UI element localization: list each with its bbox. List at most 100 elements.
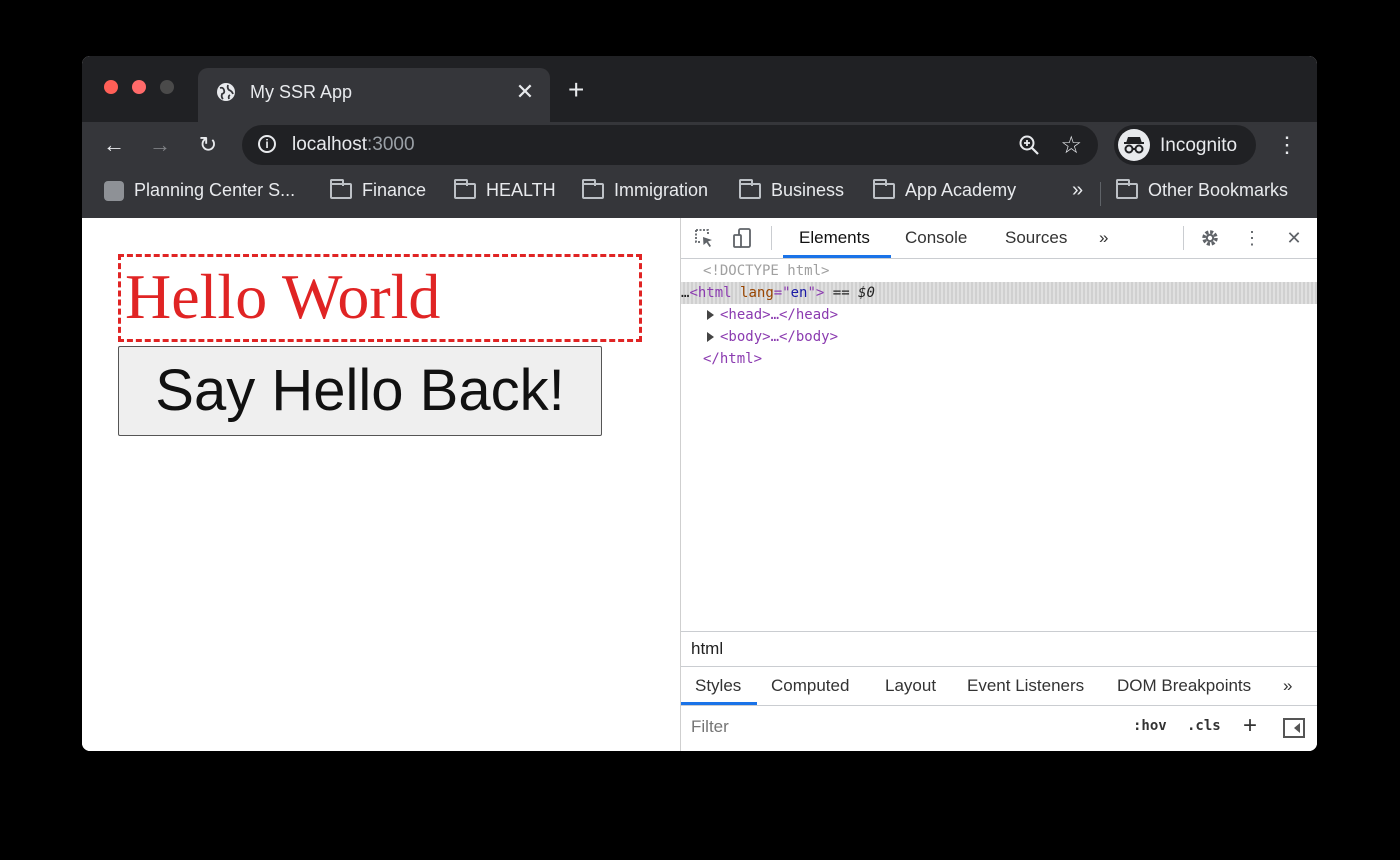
tab-event-listeners[interactable]: Event Listeners: [967, 676, 1084, 696]
active-tab-indicator: [783, 255, 891, 258]
browser-menu-icon[interactable]: ⋮: [1276, 132, 1298, 158]
site-info-icon[interactable]: i: [258, 135, 276, 153]
new-tab-button[interactable]: +: [568, 76, 584, 104]
bookmark-label: Business: [771, 180, 845, 200]
dom-html-close-line[interactable]: </html>: [681, 348, 1317, 370]
folder-icon: [1116, 179, 1138, 200]
bookmark-label: HEALTH: [486, 180, 556, 200]
doctype-text: <!DOCTYPE html>: [703, 263, 830, 279]
say-hello-back-button[interactable]: Say Hello Back!: [118, 346, 602, 436]
tab-styles[interactable]: Styles: [695, 676, 741, 696]
window-maximize-button[interactable]: [160, 80, 174, 94]
bookmark-folder-health[interactable]: HEALTH: [454, 179, 556, 206]
bookmarks-bar: Planning Center S... Finance HEALTH Immi…: [82, 168, 1317, 219]
bookmark-folder-immigration[interactable]: Immigration: [582, 179, 709, 206]
planning-center-icon: [104, 181, 124, 202]
devtools-close-icon[interactable]: ✕: [1283, 227, 1305, 249]
more-tabs-chevron-icon[interactable]: »: [1099, 228, 1108, 248]
breadcrumb: html: [681, 631, 1317, 667]
inspect-element-icon[interactable]: [693, 227, 715, 249]
bookmark-folder-other-bookmarks[interactable]: Other Bookmarks: [1116, 179, 1289, 206]
selected-node-marker: == $0: [832, 285, 875, 301]
url-port: :3000: [367, 134, 415, 155]
hello-world-heading-box: Hello World: [118, 254, 642, 342]
devtools-toolbar: Elements Console Sources » ⋮ ✕: [681, 218, 1317, 259]
html-attr-name: lang: [740, 285, 774, 301]
html-close-tag: </html>: [703, 351, 763, 367]
folder-icon: [330, 179, 352, 200]
tab-computed[interactable]: Computed: [771, 676, 849, 696]
browser-toolbar: ← → ↻ i localhost:3000 ☆ Incognito ⋮: [82, 122, 1317, 168]
bookmark-planning-center[interactable]: Planning Center S...: [104, 180, 295, 206]
html-attr-eq: =": [773, 285, 791, 301]
globe-icon: [217, 83, 235, 101]
window-minimize-button[interactable]: [132, 80, 146, 94]
bookmark-folder-app-academy[interactable]: App Academy: [873, 179, 1017, 206]
devtools-divider: [1183, 226, 1184, 250]
styles-filter-input[interactable]: [691, 717, 1111, 737]
tab-sources[interactable]: Sources: [1005, 228, 1067, 248]
tab-elements[interactable]: Elements: [799, 228, 870, 248]
devtools-menu-icon[interactable]: ⋮: [1241, 227, 1263, 249]
url-host: localhost: [292, 134, 367, 155]
folder-icon: [454, 179, 476, 200]
tab-dom-breakpoints[interactable]: DOM Breakpoints: [1117, 676, 1251, 696]
dom-html-line[interactable]: …<html lang="en"> == $0: [681, 282, 1317, 304]
bookmarks-overflow-chevron-icon[interactable]: »: [1072, 179, 1083, 202]
bookmark-folder-business[interactable]: Business: [739, 179, 845, 206]
zoom-icon[interactable]: [1018, 134, 1040, 156]
forward-button[interactable]: →: [146, 131, 174, 159]
back-button[interactable]: ←: [100, 131, 128, 159]
bookmarks-divider: [1100, 182, 1101, 206]
html-attr-value: en: [790, 285, 808, 301]
head-tag: <head>…</head>: [720, 307, 839, 323]
tab-title: My SSR App: [250, 82, 353, 102]
cls-toggle[interactable]: .cls: [1187, 718, 1221, 734]
tab-layout[interactable]: Layout: [885, 676, 936, 696]
settings-gear-icon[interactable]: [1199, 227, 1221, 249]
expand-triangle-icon[interactable]: [707, 310, 714, 320]
title-bar: My SSR App ✕ +: [82, 56, 1317, 122]
window-close-button[interactable]: [104, 80, 118, 94]
bookmark-star-icon[interactable]: ☆: [1060, 131, 1082, 160]
browser-window: My SSR App ✕ + ← → ↻ i localhost:3000 ☆: [82, 56, 1317, 751]
folder-icon: [582, 179, 604, 200]
reload-button[interactable]: ↻: [194, 131, 222, 159]
bookmark-label: App Academy: [905, 180, 1017, 200]
page-viewport: Hello World Say Hello Back!: [82, 218, 680, 751]
dom-head-line[interactable]: <head>…</head>: [681, 304, 1317, 326]
devtools-divider: [771, 226, 772, 250]
toggle-sidebar-icon[interactable]: [1283, 718, 1305, 738]
folder-icon: [873, 179, 895, 200]
dom-body-line[interactable]: <body>…</body>: [681, 326, 1317, 348]
devtools-panel: Elements Console Sources » ⋮ ✕ <!DOCTYPE…: [680, 218, 1317, 751]
bookmark-label: Finance: [362, 180, 427, 200]
styles-filter-row: :hov .cls +: [681, 706, 1317, 751]
bookmark-folder-finance[interactable]: Finance: [330, 179, 427, 206]
page-heading: Hello World: [125, 261, 441, 332]
breadcrumb-html[interactable]: html: [691, 639, 723, 659]
incognito-icon: [1118, 129, 1150, 161]
device-toolbar-icon[interactable]: [731, 227, 753, 249]
html-attr-end: ">: [807, 285, 825, 301]
hov-toggle[interactable]: :hov: [1133, 718, 1167, 734]
styles-tabbar: Styles Computed Layout Event Listeners D…: [681, 667, 1317, 706]
dom-doctype-line[interactable]: <!DOCTYPE html>: [681, 260, 1317, 282]
body-tag: <body>…</body>: [720, 329, 839, 345]
html-open-tag: <html: [689, 285, 732, 301]
tab-close-icon[interactable]: ✕: [512, 79, 538, 105]
new-style-rule-button[interactable]: +: [1243, 712, 1257, 740]
address-bar[interactable]: i localhost:3000 ☆: [242, 125, 1098, 165]
active-tab-indicator: [681, 702, 757, 705]
bookmark-label: Other Bookmarks: [1148, 180, 1289, 200]
url-text[interactable]: localhost:3000: [292, 134, 415, 156]
browser-tab[interactable]: My SSR App ✕: [198, 68, 550, 122]
folder-icon: [739, 179, 761, 200]
tab-console[interactable]: Console: [905, 228, 967, 248]
expand-triangle-icon[interactable]: [707, 332, 714, 342]
bookmark-label: Planning Center S...: [134, 180, 296, 200]
incognito-profile-button[interactable]: Incognito: [1114, 125, 1256, 165]
bookmark-label: Immigration: [614, 180, 709, 200]
more-tabs-chevron-icon[interactable]: »: [1283, 676, 1292, 696]
incognito-label: Incognito: [1160, 135, 1238, 156]
